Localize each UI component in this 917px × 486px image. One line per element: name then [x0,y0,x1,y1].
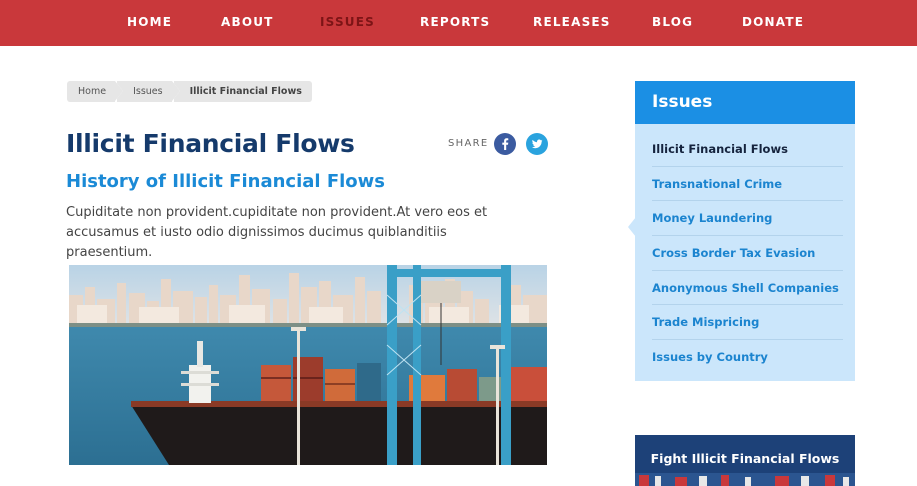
sidebar-item-cross-border-tax-evasion[interactable]: Cross Border Tax Evasion [652,236,843,271]
hero-image [69,265,547,465]
nav-issues[interactable]: ISSUES [320,0,375,46]
twitter-glyph [531,139,543,149]
twitter-icon[interactable] [526,133,548,155]
nav-reports[interactable]: REPORTS [420,0,490,46]
sidebar-title: Issues [635,81,855,124]
sidebar-item-money-laundering[interactable]: Money Laundering [652,201,843,237]
sidebar-list: Illicit Financial Flows Transnational Cr… [635,132,855,375]
facebook-glyph [502,138,509,150]
fight-iff-promo-banner[interactable]: Fight Illicit Financial Flows [635,435,855,486]
issues-sidebar: Issues Illicit Financial Flows Transnati… [628,81,855,381]
sidebar-item-issues-by-country[interactable]: Issues by Country [652,340,843,375]
breadcrumb-home[interactable]: Home [67,81,124,102]
page-title: Illicit Financial Flows [66,129,355,158]
breadcrumb-current: Illicit Financial Flows [171,81,312,102]
container-ship-port-illustration [69,265,547,465]
share-label: SHARE [448,138,489,149]
promo-label: Fight Illicit Financial Flows [650,451,840,466]
breadcrumb: Home Issues Illicit Financial Flows [67,81,314,102]
nav-home[interactable]: HOME [127,0,172,46]
top-nav: HOME ABOUT ISSUES REPORTS RELEASES BLOG … [0,0,917,46]
nav-releases[interactable]: RELEASES [533,0,611,46]
article-subtitle: History of Illicit Financial Flows [66,171,386,192]
nav-blog[interactable]: BLOG [652,0,693,46]
sidebar-item-trade-mispricing[interactable]: Trade Mispricing [652,305,843,341]
article-intro: Cupiditate non provident.cupiditate non … [66,205,488,260]
sidebar-item-transnational-crime[interactable]: Transnational Crime [652,167,843,202]
nav-about[interactable]: ABOUT [221,0,274,46]
active-item-indicator [628,217,636,237]
sidebar-item-anonymous-shell-companies[interactable]: Anonymous Shell Companies [652,271,843,306]
nav-donate[interactable]: DONATE [742,0,804,46]
facebook-icon[interactable] [494,133,516,155]
breadcrumb-issues[interactable]: Issues [115,81,180,102]
sidebar-item-illicit-financial-flows[interactable]: Illicit Financial Flows [652,132,843,167]
